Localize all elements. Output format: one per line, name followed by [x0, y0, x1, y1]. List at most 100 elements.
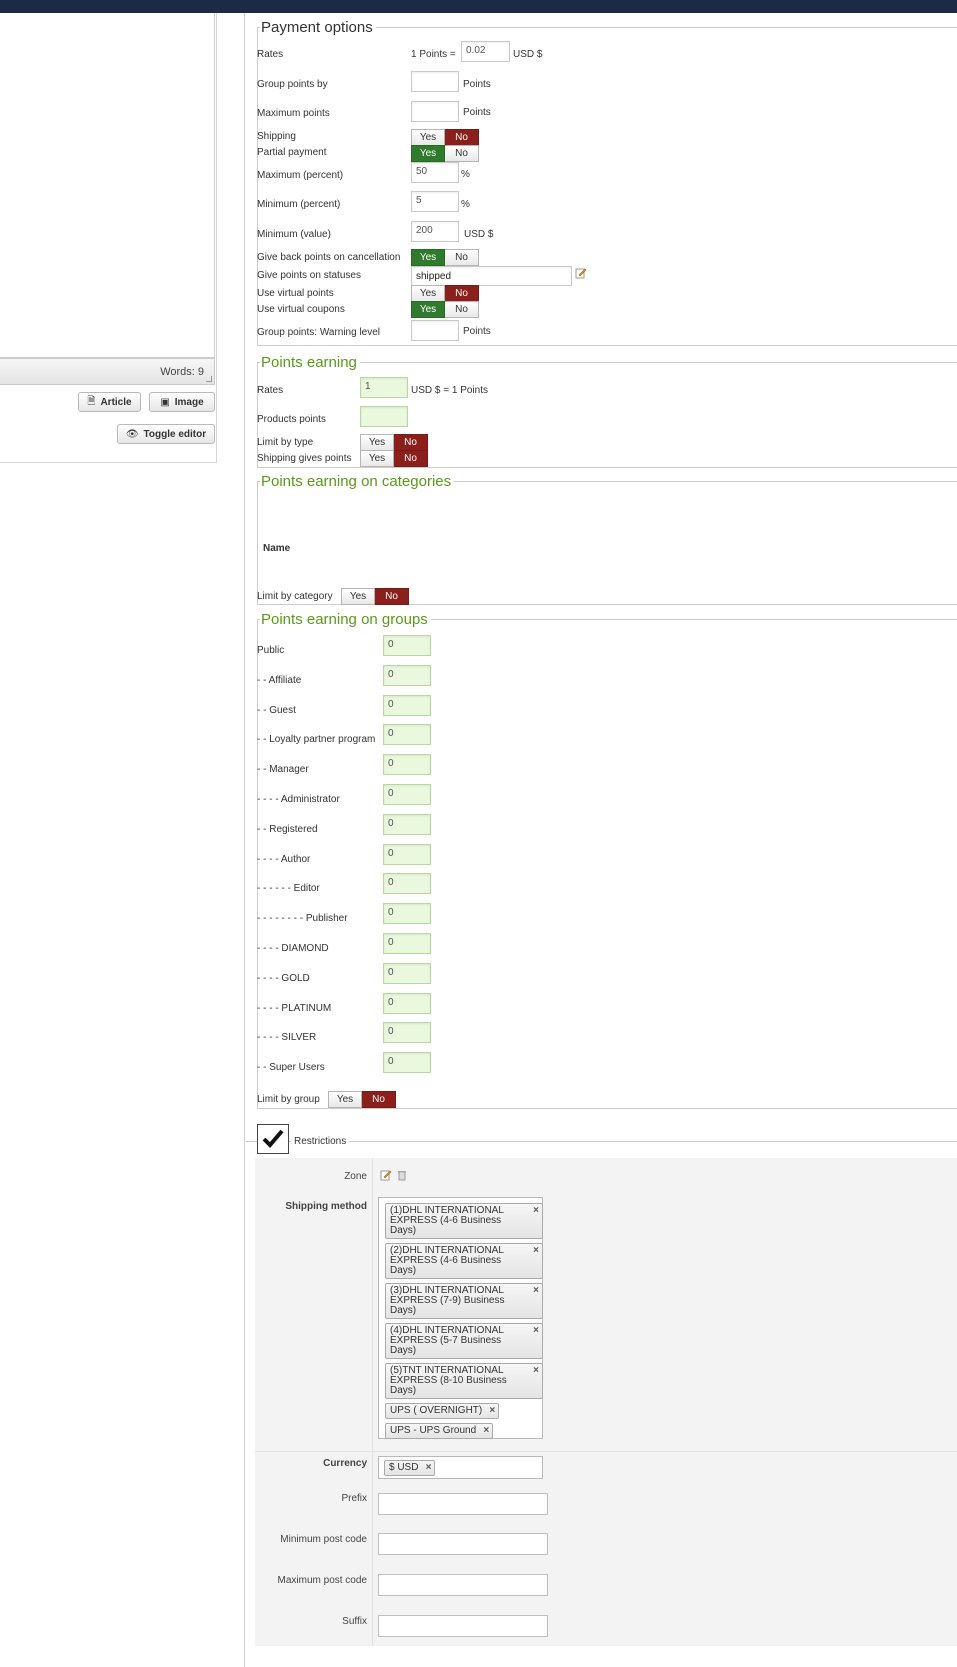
toggle-yes[interactable]: Yes: [360, 450, 394, 467]
resize-grip-icon[interactable]: [206, 376, 212, 382]
group-points-input[interactable]: 0: [383, 635, 431, 656]
products-points-label: Products points: [257, 414, 326, 425]
toggle-no[interactable]: No: [445, 129, 479, 146]
groups-fieldset: Points earning on groups: [257, 611, 957, 1109]
earning-rates-label: Rates: [257, 385, 284, 396]
group-points-input[interactable]: 0: [383, 933, 431, 954]
editor-content-area[interactable]: [0, 13, 215, 358]
edit-icon[interactable]: [575, 267, 587, 279]
toggle-no[interactable]: No: [445, 249, 479, 266]
suffix-input[interactable]: [378, 1615, 548, 1637]
limit-by-category-toggle[interactable]: Yes No: [341, 588, 409, 605]
limit-by-group-toggle[interactable]: Yes No: [328, 1091, 396, 1108]
max-post-code-input[interactable]: [378, 1574, 548, 1596]
trash-icon[interactable]: [396, 1169, 408, 1181]
word-count: Words: 9: [160, 366, 204, 378]
give-points-statuses-input[interactable]: shipped: [411, 266, 572, 286]
products-points-input[interactable]: [360, 406, 408, 427]
shipping-method-tag: (3)DHL INTERNATIONAL EXPRESS (7-9) Busin…: [385, 1283, 543, 1319]
remove-icon[interactable]: ×: [533, 1246, 539, 1256]
group-points-input[interactable]: 0: [383, 962, 431, 984]
shipping-method-tag: (1)DHL INTERNATIONAL EXPRESS (4-6 Busine…: [385, 1203, 543, 1239]
earning-rates-input[interactable]: 1: [360, 377, 408, 398]
remove-icon[interactable]: ×: [533, 1326, 539, 1336]
use-virtual-coupons-toggle[interactable]: Yes No: [411, 301, 479, 318]
toggle-yes[interactable]: Yes: [411, 285, 445, 302]
group-points-input[interactable]: [411, 71, 459, 92]
restrictions-checkbox[interactable]: [257, 1124, 289, 1154]
toggle-no[interactable]: No: [375, 588, 409, 605]
max-points-input[interactable]: [411, 101, 459, 122]
rates-input[interactable]: 0.02: [461, 41, 510, 62]
remove-icon[interactable]: ×: [533, 1206, 539, 1216]
tag-label: (1)DHL INTERNATIONAL EXPRESS (4-6 Busine…: [390, 1205, 504, 1236]
toggle-editor-label: Toggle editor: [143, 428, 207, 440]
group-label: - - - - - - - - Publisher: [257, 913, 348, 925]
give-back-toggle[interactable]: Yes No: [411, 249, 479, 266]
shipping-gives-points-toggle[interactable]: Yes No: [360, 450, 428, 467]
group-points-input[interactable]: 0: [383, 1022, 431, 1044]
toggle-yes[interactable]: Yes: [328, 1091, 362, 1108]
max-points-unit: Points: [463, 107, 491, 118]
article-button[interactable]: 🗎 Article: [78, 392, 141, 412]
toggle-yes[interactable]: Yes: [411, 145, 445, 162]
group-points-input[interactable]: 0: [383, 784, 431, 805]
restrictions-legend: Restrictions: [291, 1136, 350, 1147]
toggle-no[interactable]: No: [445, 285, 479, 302]
toggle-yes[interactable]: Yes: [341, 588, 375, 605]
toggle-yes[interactable]: Yes: [360, 434, 394, 451]
group-points-input[interactable]: 0: [383, 1052, 431, 1074]
toggle-yes[interactable]: Yes: [411, 249, 445, 266]
group-label: - - - - PLATINUM: [257, 1002, 332, 1014]
remove-icon[interactable]: ×: [533, 1286, 539, 1296]
group-points-input[interactable]: 0: [383, 873, 431, 895]
shipping-method-tag: (4)DHL INTERNATIONAL EXPRESS (5-7 Busine…: [385, 1323, 543, 1359]
toggle-yes[interactable]: Yes: [411, 301, 445, 318]
group-label: - - - - GOLD: [257, 972, 310, 984]
toggle-no[interactable]: No: [362, 1091, 396, 1108]
remove-icon[interactable]: ×: [489, 1406, 495, 1416]
tag-label: (4)DHL INTERNATIONAL EXPRESS (5-7 Busine…: [390, 1325, 504, 1356]
tag-label: UPS ( OVERNIGHT): [390, 1405, 483, 1416]
use-virtual-points-toggle[interactable]: Yes No: [411, 285, 479, 302]
shipping-toggle[interactable]: Yes No: [411, 129, 479, 146]
group-label: - - - - Administrator: [257, 794, 340, 805]
restrictions-divider: [372, 1158, 373, 1646]
group-label: - - Guest: [257, 704, 296, 716]
group-points-input[interactable]: 0: [383, 843, 431, 865]
remove-icon[interactable]: ×: [483, 1426, 489, 1436]
edit-icon[interactable]: [380, 1169, 392, 1181]
toggle-no[interactable]: No: [445, 301, 479, 318]
min-post-code-input[interactable]: [378, 1533, 548, 1555]
toggle-no[interactable]: No: [394, 434, 428, 451]
group-points-input[interactable]: 0: [383, 724, 431, 746]
use-virtual-points-label: Use virtual points: [257, 288, 334, 299]
partial-payment-label: Partial payment: [257, 147, 327, 158]
currency-select[interactable]: $ USD ×: [378, 1456, 543, 1479]
toggle-no[interactable]: No: [394, 450, 428, 467]
min-percent-input[interactable]: 5: [411, 191, 459, 212]
toggle-yes[interactable]: Yes: [411, 129, 445, 146]
remove-icon[interactable]: ×: [533, 1366, 539, 1376]
toggle-editor-button[interactable]: 👁 Toggle editor: [117, 424, 215, 444]
warning-level-input[interactable]: [411, 320, 459, 341]
limit-by-type-toggle[interactable]: Yes No: [360, 434, 428, 451]
group-points-input[interactable]: 0: [383, 813, 431, 835]
partial-payment-toggle[interactable]: Yes No: [411, 145, 479, 162]
image-button[interactable]: ▣ Image: [149, 392, 215, 412]
remove-icon[interactable]: ×: [426, 1463, 432, 1473]
group-points-input[interactable]: 0: [383, 754, 431, 776]
prefix-input[interactable]: [378, 1493, 548, 1515]
group-label: Public: [257, 645, 285, 656]
group-points-input[interactable]: 0: [383, 694, 431, 716]
group-points-input[interactable]: 0: [383, 664, 431, 686]
toggle-no[interactable]: No: [445, 145, 479, 162]
group-points-input[interactable]: 0: [383, 903, 431, 925]
max-percent-input[interactable]: 50: [411, 162, 459, 183]
group-points-input[interactable]: 0: [383, 992, 431, 1014]
eye-icon: 👁: [125, 428, 139, 440]
min-value-input[interactable]: 200: [411, 221, 459, 242]
shipping-method-select[interactable]: (1)DHL INTERNATIONAL EXPRESS (4-6 Busine…: [378, 1197, 543, 1439]
payment-options-fieldset: Payment options: [257, 19, 957, 346]
top-bar: [0, 0, 957, 13]
